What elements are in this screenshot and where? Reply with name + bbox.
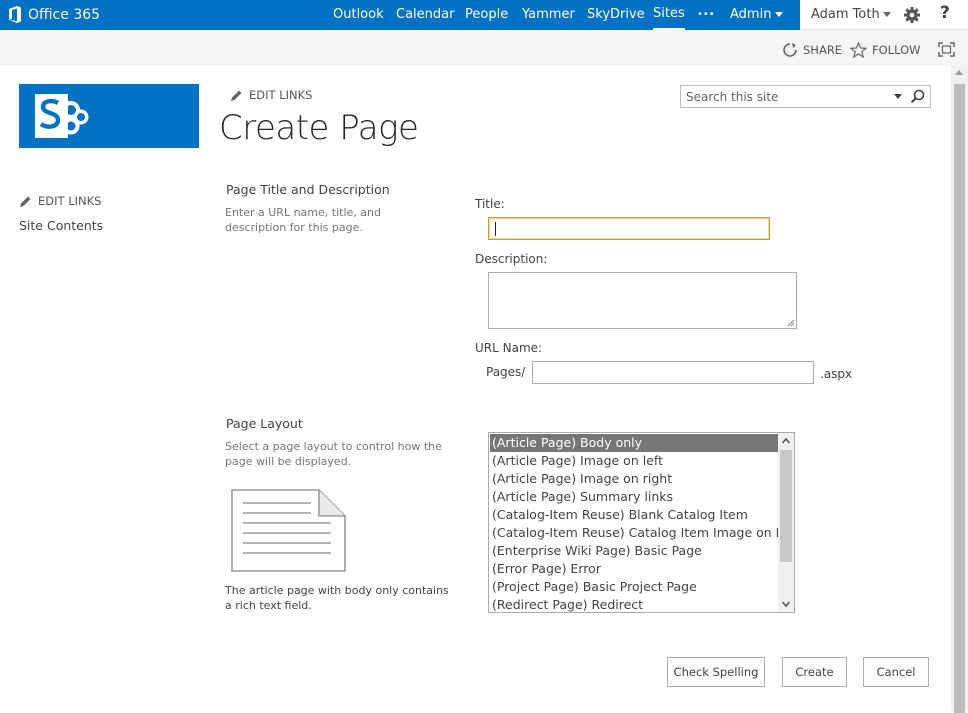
- chevron-down-icon: [775, 12, 784, 17]
- star-icon: [850, 42, 867, 58]
- share-button[interactable]: SHARE: [782, 42, 842, 58]
- edit-links-label: EDIT LINKS: [38, 194, 102, 208]
- left-edit-links[interactable]: EDIT LINKS: [19, 194, 103, 208]
- url-prefix: Pages/: [486, 365, 526, 379]
- title-section-heading: Page Title and Description: [226, 182, 390, 197]
- page-title: Create Page: [219, 108, 419, 148]
- page-layout-listbox[interactable]: (Article Page) Body only (Article Page) I…: [488, 432, 795, 613]
- layout-option[interactable]: (Enterprise Wiki Page) Basic Page: [490, 542, 778, 560]
- pencil-icon: [20, 196, 31, 207]
- help-button[interactable]: ?: [940, 3, 950, 23]
- search-icon[interactable]: [910, 89, 925, 104]
- suite-user-area: Adam Toth ?: [800, 0, 968, 30]
- layout-option[interactable]: (Article Page) Summary links: [490, 488, 778, 506]
- check-spelling-button[interactable]: Check Spelling: [667, 657, 765, 687]
- share-label: SHARE: [803, 43, 843, 57]
- layout-section-description: Select a page layout to control how the …: [225, 440, 442, 468]
- search-scope-dropdown-icon[interactable]: [894, 94, 902, 99]
- description-label: Description:: [475, 252, 548, 266]
- search-box: [680, 85, 931, 108]
- nav-sites[interactable]: Sites: [653, 0, 685, 30]
- title-edit-links[interactable]: EDIT LINKS: [230, 88, 312, 102]
- office365-brand[interactable]: Office 365: [8, 6, 100, 23]
- url-suffix: .aspx: [820, 367, 853, 381]
- description-field[interactable]: [488, 272, 797, 329]
- share-icon: [783, 43, 797, 57]
- layout-option[interactable]: (Article Page) Image on right: [490, 470, 778, 488]
- site-logo[interactable]: [19, 84, 199, 148]
- follow-button[interactable]: FOLLOW: [850, 42, 921, 58]
- layout-option[interactable]: (Article Page) Body only: [490, 434, 778, 452]
- chevron-down-icon[interactable]: [781, 599, 791, 609]
- office-logo-icon: [9, 6, 21, 23]
- nav-outlook[interactable]: Outlook: [333, 0, 384, 30]
- page-layout-preview-icon: [231, 489, 346, 572]
- suite-bar: Office 365 Outlook Calendar People Yamme…: [0, 0, 968, 30]
- left-nav: EDIT LINKS Site Contents: [19, 194, 103, 233]
- title-label: Title:: [475, 197, 505, 211]
- url-name-field[interactable]: [532, 361, 814, 384]
- user-name: Adam Toth: [811, 7, 880, 22]
- follow-label: FOLLOW: [872, 43, 921, 57]
- layout-option[interactable]: (Redirect Page) Redirect: [490, 596, 778, 612]
- search-input[interactable]: [681, 86, 886, 107]
- brand-name: Office 365: [28, 6, 101, 23]
- nav-admin[interactable]: Admin: [730, 0, 784, 30]
- text-caret: [495, 222, 496, 236]
- layout-preview-caption: The article page with body only contains…: [225, 584, 449, 612]
- focus-icon[interactable]: [938, 42, 955, 57]
- page-scrollbar[interactable]: [951, 66, 968, 713]
- title-section-description: Enter a URL name, title, and description…: [225, 206, 381, 234]
- sharepoint-logo-icon: [35, 94, 89, 138]
- layout-option[interactable]: (Catalog-Item Reuse) Catalog Item Image …: [490, 524, 794, 542]
- layout-section-heading: Page Layout: [226, 416, 303, 431]
- chevron-up-icon[interactable]: [781, 436, 791, 446]
- scroll-up-icon[interactable]: [955, 70, 963, 75]
- nav-admin-label: Admin: [730, 7, 772, 22]
- layout-option[interactable]: (Project Page) Basic Project Page: [490, 578, 778, 596]
- layout-option[interactable]: (Catalog-Item Reuse) Blank Catalog Item: [490, 506, 778, 524]
- cancel-button[interactable]: Cancel: [863, 657, 929, 687]
- site-contents-link[interactable]: Site Contents: [19, 218, 103, 233]
- nav-calendar[interactable]: Calendar: [396, 0, 454, 30]
- nav-more[interactable]: •••: [697, 0, 715, 30]
- layout-list-scroll-thumb[interactable]: [780, 450, 792, 562]
- layout-option[interactable]: (Error Page) Error: [490, 560, 778, 578]
- create-button[interactable]: Create: [782, 657, 847, 687]
- layout-list-scrollbar[interactable]: [778, 433, 794, 612]
- nav-yammer[interactable]: Yammer: [522, 0, 575, 30]
- nav-skydrive[interactable]: SkyDrive: [587, 0, 645, 30]
- edit-links-label: EDIT LINKS: [249, 88, 313, 102]
- gear-icon[interactable]: [903, 6, 921, 24]
- scrollbar-thumb[interactable]: [954, 84, 965, 713]
- ribbon-bar: SHARE FOLLOW: [0, 30, 968, 66]
- resize-grip-icon[interactable]: [787, 319, 795, 327]
- nav-people[interactable]: People: [465, 0, 508, 30]
- user-menu[interactable]: Adam Toth: [811, 7, 891, 22]
- pencil-icon: [231, 90, 242, 101]
- layout-option[interactable]: (Article Page) Image on left: [490, 452, 778, 470]
- chevron-down-icon: [882, 12, 891, 17]
- suite-nav: Outlook: [333, 0, 384, 30]
- title-field[interactable]: [488, 217, 770, 240]
- url-label: URL Name:: [475, 341, 543, 355]
